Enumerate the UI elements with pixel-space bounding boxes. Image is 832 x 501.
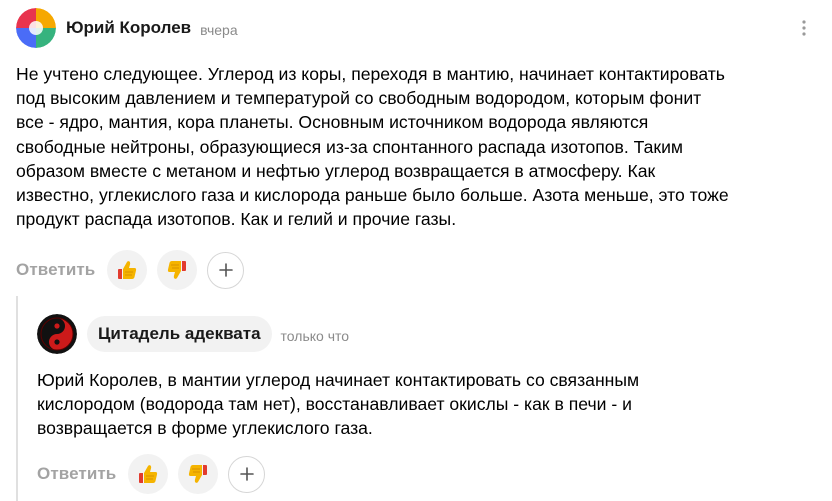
comment-header: Юрий Королев вчера (16, 7, 238, 49)
thumbs-down-icon (168, 261, 187, 279)
avatar[interactable] (16, 8, 56, 48)
comment-text: Не учтено следующее. Углерод из коры, пе… (16, 64, 729, 230)
dislike-button[interactable] (178, 454, 219, 494)
reply-button[interactable]: Ответить (16, 260, 95, 280)
vertical-dots-icon (802, 20, 806, 36)
comment-time: вчера (200, 21, 238, 38)
comment-actions: Ответить (37, 454, 266, 494)
comment-time: только что (280, 327, 350, 344)
reply-button[interactable]: Ответить (37, 464, 116, 484)
add-reaction-button[interactable] (207, 251, 245, 289)
thumbs-up-icon (139, 465, 158, 483)
add-reaction-button[interactable] (228, 455, 266, 493)
author-name[interactable]: Юрий Королев (66, 18, 191, 38)
colorful-quadrant-avatar-icon (16, 8, 56, 48)
yin-yang-red-avatar-icon (37, 314, 77, 354)
thumbs-down-icon (189, 465, 208, 483)
thumbs-up-icon (118, 261, 137, 279)
comment-header: Цитадель адеквата только что (37, 313, 349, 355)
comment-text: Юрий Королев, в мантии углерод начинает … (37, 370, 640, 439)
plus-icon (219, 263, 233, 277)
like-button[interactable] (107, 250, 148, 290)
like-button[interactable] (128, 454, 169, 494)
plus-icon (240, 467, 254, 481)
thread-line (16, 296, 18, 501)
comment-actions: Ответить (16, 250, 245, 290)
author-name[interactable]: Цитадель адеквата (87, 316, 272, 352)
dislike-button[interactable] (157, 250, 198, 290)
avatar[interactable] (37, 314, 77, 354)
more-options-button[interactable] (794, 17, 814, 39)
